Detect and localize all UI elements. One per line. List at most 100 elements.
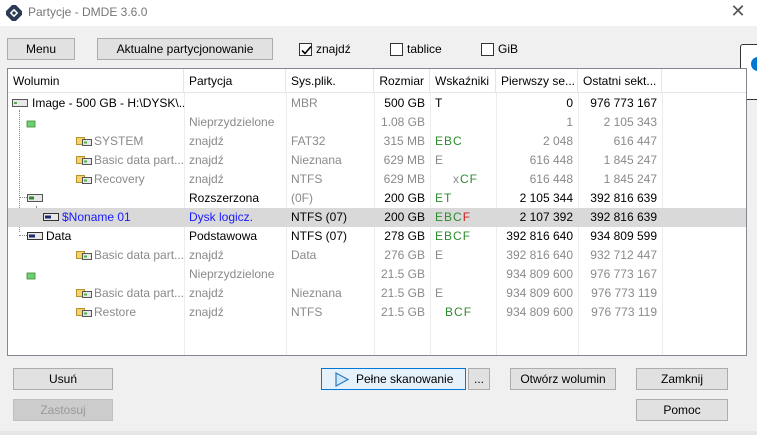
delete-button[interactable]: Usuń [13,368,113,390]
cell-partition: znajdź [189,248,224,262]
column-header-flags[interactable]: Wskaźniki [430,69,496,93]
column-header-partition[interactable]: Partycja [184,69,286,93]
cell-flags [430,265,496,284]
cell-flags: xCF [430,170,496,189]
cell-flags: E [430,151,496,170]
cell-flags: ET [430,189,496,208]
flag-letter: C [453,134,462,148]
play-icon [334,371,350,393]
checkbox-unchecked-icon [390,42,403,56]
table-row[interactable]: $Noname 01 Dysk logicz. NTFS (07) 200 GB EBC… [8,208,746,227]
cell-partition: Podstawowa [189,229,258,243]
cell-size: 21.5 GB [380,305,425,319]
cell-volume: Recovery [94,172,145,186]
flag-letter: E [435,191,444,205]
cell-last-sector: 934 809 599 [590,229,657,243]
cell-volume: Basic data part... [94,286,184,300]
flag-letter: E [435,229,444,243]
apply-button[interactable]: Zastosuj [13,399,113,421]
cell-filesystem [286,113,374,132]
flag-letter: B [444,134,453,148]
cell-volume: Basic data part... [94,248,184,262]
cell-size: 200 GB [384,191,425,205]
cell-last-sector: 976 773 167 [590,267,657,281]
cell-partition: znajdź [189,153,224,167]
cell-partition: Rozszerzona [189,191,260,205]
table-row[interactable]: Nieprzydzielone 1.08 GB 1 2 105 343 [8,113,746,132]
table-row[interactable]: SYSTEM znajdź FAT32 315 MB EBC 2 048 616 447 [8,132,746,151]
cell-partition: znajdź [189,286,224,300]
more-options-button[interactable]: ... [468,368,490,390]
cell-size: 1.08 GB [380,115,425,129]
close-button[interactable]: Zamknij [636,368,728,390]
cell-partition: znajdź [189,134,224,148]
help-button[interactable]: Pomoc [636,399,728,421]
tables-checkbox[interactable]: tablice [390,41,442,57]
cell-flags: EBCF [430,208,496,227]
column-header-size[interactable]: Rozmiar [374,69,430,93]
table-row[interactable]: Basic data part... znajdź Nieznana 629 MB E 6… [8,151,746,170]
cell-filesystem: Data [291,248,317,262]
table-row[interactable]: Image - 500 GB - H:\DYSK\... MBR 500 GB T 0 9… [8,94,746,113]
cell-size: 315 MB [383,134,425,148]
table-row[interactable]: Nieprzydzielone 21.5 GB 934 809 600 976 773… [8,265,746,284]
flag-letter: E [435,210,444,224]
cell-first-sector: 616 448 [529,172,573,186]
found-volume-icon [76,249,92,264]
current-partitioning-button[interactable]: Aktualne partycjonowanie [97,38,273,60]
flag-letter: E [435,286,444,300]
found-checkbox[interactable]: znajdź [299,41,351,57]
cell-size: 629 MB [383,172,425,186]
cell-filesystem: Nieznana [291,286,342,300]
blue-dot-icon [751,57,757,71]
volume-icon [27,230,43,245]
flag-letter: E [435,248,444,262]
table-row[interactable]: Recovery znajdź NTFS 629 MB xCF 616 448 1 845 … [8,170,746,189]
cell-filesystem: Nieznana [291,153,342,167]
cell-partition: znajdź [189,172,224,186]
cell-flags: BCF [430,303,496,322]
cell-size: 200 GB [384,210,425,224]
table-row[interactable]: Restore znajdź NTFS 21.5 GB BCF 934 809 600 97… [8,303,746,322]
table-row[interactable]: Data Podstawowa NTFS (07) 278 GB EBCF 392 816… [8,227,746,246]
cell-size: 21.5 GB [380,286,425,300]
column-header-last-sector[interactable]: Ostatni sekt... [578,69,662,93]
checkbox-unchecked-icon [481,42,494,56]
table-row[interactable]: Basic data part... znajdź Data 276 GB E 392 8… [8,246,746,265]
cell-filesystem [286,265,374,284]
flag-letter: C [453,210,462,224]
column-header-filesystem[interactable]: Sys.plik. [286,69,374,93]
column-header-volume[interactable]: Wolumin [8,69,184,93]
cell-flags: E [430,284,496,303]
cell-size: 21.5 GB [380,267,425,281]
column-header-first-sector[interactable]: Pierwszy se... [496,69,578,93]
cell-last-sector: 1 845 247 [603,153,657,167]
found-volume-icon [76,135,92,150]
cell-filesystem: FAT32 [291,134,326,148]
cell-first-sector: 392 816 640 [506,248,573,262]
cell-last-sector: 616 447 [613,134,657,148]
table-row[interactable]: Rozszerzona (0F) 200 GB ET 2 105 344 392 816 … [8,189,746,208]
flag-letter: B [444,210,453,224]
dmde-app-icon [4,3,24,23]
open-volume-button[interactable]: Otwórz wolumin [510,368,616,390]
found-volume-icon [76,154,92,169]
cell-flags: EBC [430,132,496,151]
full-scan-button[interactable]: Pełne skanowanie [321,368,466,390]
disk-image-icon [12,97,28,112]
menu-button[interactable]: Menu [7,38,75,60]
cell-last-sector: 392 816 639 [590,210,657,224]
cell-last-sector: 976 773 167 [590,96,657,110]
cell-volume [8,265,184,284]
cell-volume: SYSTEM [94,134,144,148]
cell-first-sector: 934 809 600 [506,286,573,300]
table-row[interactable]: Basic data part... znajdź Nieznana 21.5 GB E… [8,284,746,303]
partitions-table[interactable]: Wolumin Partycja Sys.plik. Rozmiar Wskaź… [7,68,747,356]
cell-partition: Nieprzydzielone [189,115,275,129]
close-icon[interactable]: ✕ [727,1,749,23]
cell-volume [8,113,184,132]
flag-letter: B [444,229,453,243]
gib-checkbox[interactable]: GiB [481,41,518,57]
flag-letter: F [469,172,478,186]
cell-filesystem: NTFS [291,172,323,186]
